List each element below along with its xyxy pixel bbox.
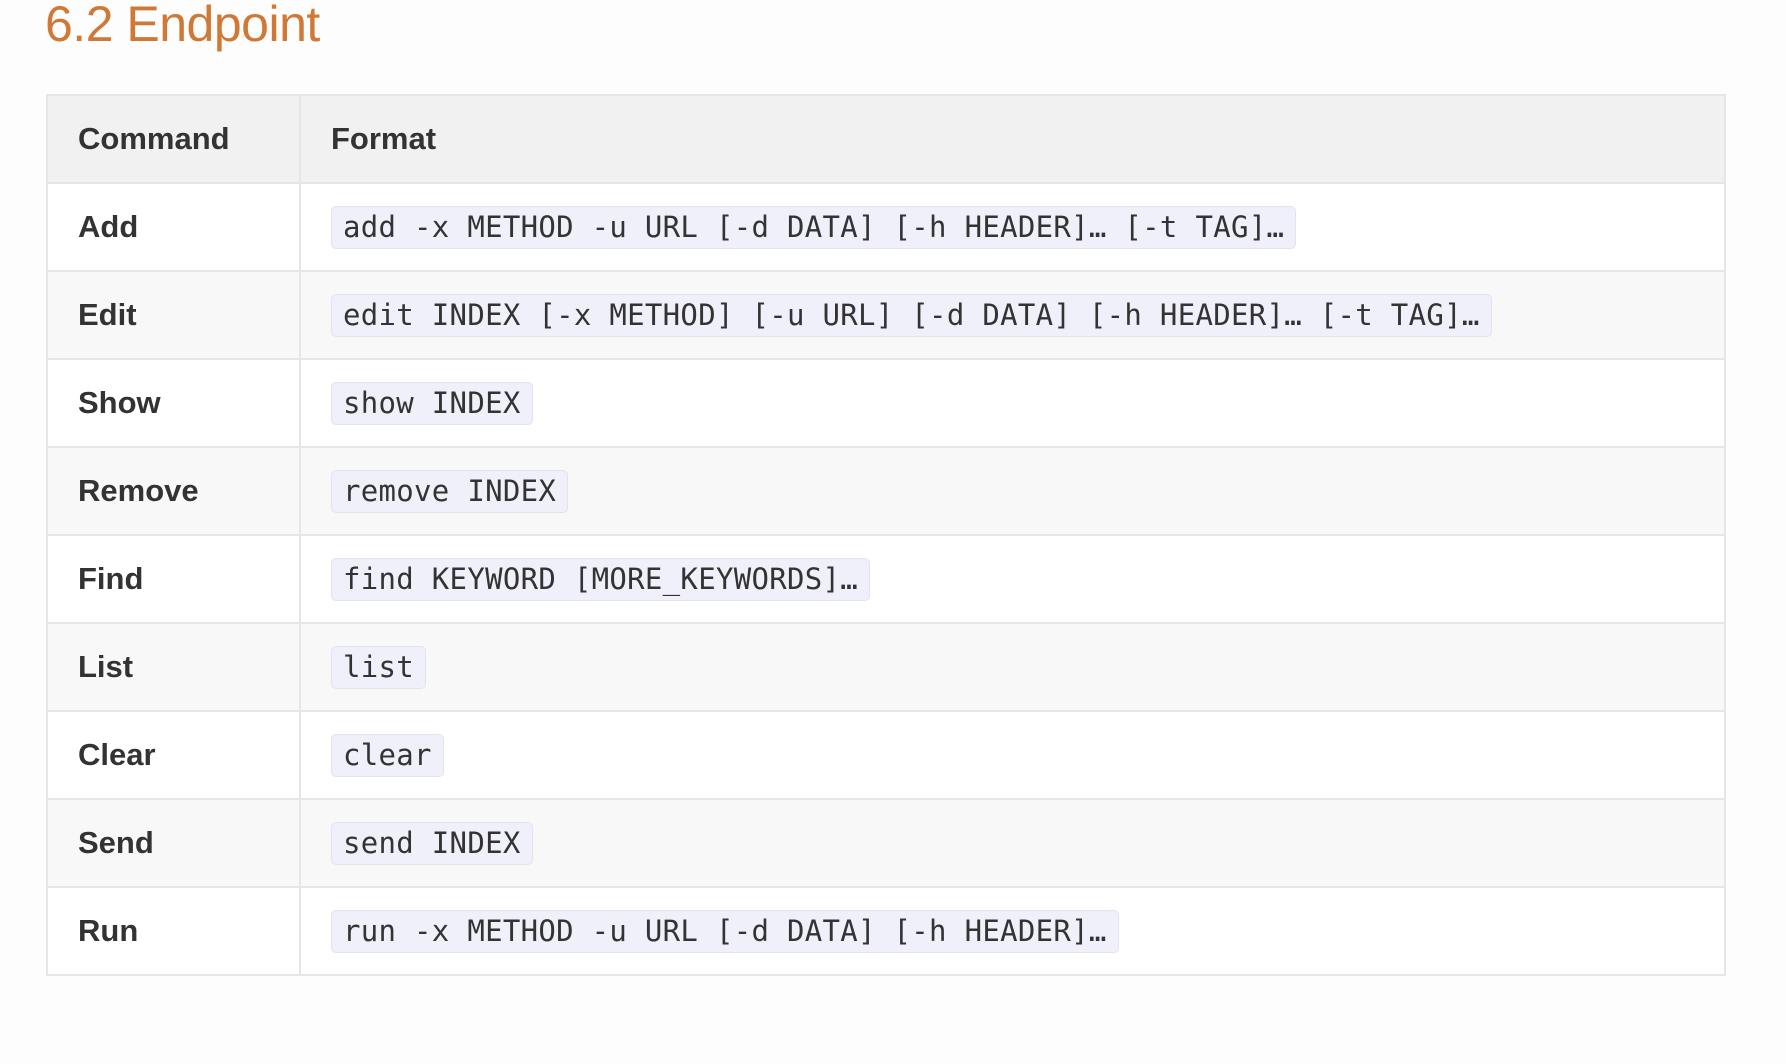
command-format-code: list [331, 645, 427, 689]
format-cell: send INDEX [299, 798, 1726, 888]
command-cell: List [46, 622, 301, 712]
command-name: Add [78, 209, 139, 244]
table-row: Show show INDEX [46, 358, 1726, 448]
table-row: Remove remove INDEX [46, 446, 1726, 536]
command-summary-table: Command Format Add add -x METHOD -u URL … [46, 94, 1726, 976]
section-title: 6.2 Endpoint [45, 0, 320, 52]
column-header-command: Command [46, 94, 301, 184]
table-header-row: Command Format [46, 94, 1726, 184]
format-cell: show INDEX [299, 358, 1726, 448]
format-cell: list [299, 622, 1726, 712]
format-cell: edit INDEX [-x METHOD] [-u URL] [-d DATA… [299, 270, 1726, 360]
command-cell: Find [46, 534, 301, 624]
format-cell: clear [299, 710, 1726, 800]
command-name: Show [78, 385, 161, 420]
command-cell: Add [46, 182, 301, 272]
command-name: Clear [78, 737, 156, 772]
command-name: Send [78, 825, 154, 860]
table-row: Edit edit INDEX [-x METHOD] [-u URL] [-d… [46, 270, 1726, 360]
table-row: Clear clear [46, 710, 1726, 800]
command-name: Find [78, 561, 144, 596]
command-format-code: find KEYWORD [MORE_KEYWORDS]… [331, 557, 871, 601]
command-format-code: remove INDEX [331, 469, 569, 513]
command-cell: Edit [46, 270, 301, 360]
command-cell: Remove [46, 446, 301, 536]
format-cell: add -x METHOD -u URL [-d DATA] [-h HEADE… [299, 182, 1726, 272]
table-row: Send send INDEX [46, 798, 1726, 888]
column-header-format: Format [299, 94, 1726, 184]
command-format-code: edit INDEX [-x METHOD] [-u URL] [-d DATA… [331, 293, 1492, 337]
command-cell: Send [46, 798, 301, 888]
format-cell: run -x METHOD -u URL [-d DATA] [-h HEADE… [299, 886, 1726, 976]
table-row: Find find KEYWORD [MORE_KEYWORDS]… [46, 534, 1726, 624]
command-name: List [78, 649, 134, 684]
command-format-code: clear [331, 733, 444, 777]
command-format-code: run -x METHOD -u URL [-d DATA] [-h HEADE… [331, 909, 1119, 953]
format-cell: remove INDEX [299, 446, 1726, 536]
command-cell: Show [46, 358, 301, 448]
command-format-code: show INDEX [331, 381, 533, 425]
command-cell: Clear [46, 710, 301, 800]
command-format-code: add -x METHOD -u URL [-d DATA] [-h HEADE… [331, 205, 1297, 249]
command-name: Remove [78, 473, 199, 508]
command-name: Edit [78, 297, 137, 332]
table-row: List list [46, 622, 1726, 712]
command-format-code: send INDEX [331, 821, 533, 865]
command-name: Run [78, 913, 139, 948]
command-cell: Run [46, 886, 301, 976]
table-row: Run run -x METHOD -u URL [-d DATA] [-h H… [46, 886, 1726, 976]
table-row: Add add -x METHOD -u URL [-d DATA] [-h H… [46, 182, 1726, 272]
format-cell: find KEYWORD [MORE_KEYWORDS]… [299, 534, 1726, 624]
